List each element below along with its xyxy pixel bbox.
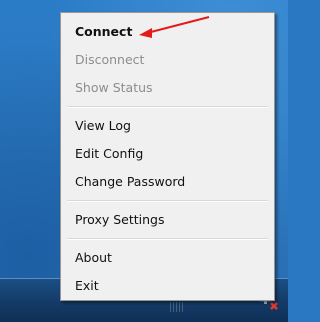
menu-gutter	[61, 13, 67, 300]
annotation-arrow	[139, 16, 210, 38]
menu-item-show-status[interactable]: Show Status	[75, 76, 153, 100]
menu-item-about[interactable]: About	[75, 246, 112, 270]
tray-context-menu: Connect Disconnect Show Status View Log …	[60, 12, 275, 301]
menu-separator	[67, 200, 268, 202]
menu-separator	[67, 238, 268, 240]
menu-separator	[67, 106, 268, 108]
menu-item-disconnect[interactable]: Disconnect	[75, 48, 144, 72]
menu-item-proxy-settings[interactable]: Proxy Settings	[75, 208, 164, 232]
menu-item-connect[interactable]: Connect	[75, 20, 132, 44]
menu-item-edit-config[interactable]: Edit Config	[75, 142, 143, 166]
taskbar-grip	[170, 302, 184, 312]
menu-item-change-password[interactable]: Change Password	[75, 170, 185, 194]
menu-item-view-log[interactable]: View Log	[75, 114, 131, 138]
menu-item-exit[interactable]: Exit	[75, 274, 99, 298]
